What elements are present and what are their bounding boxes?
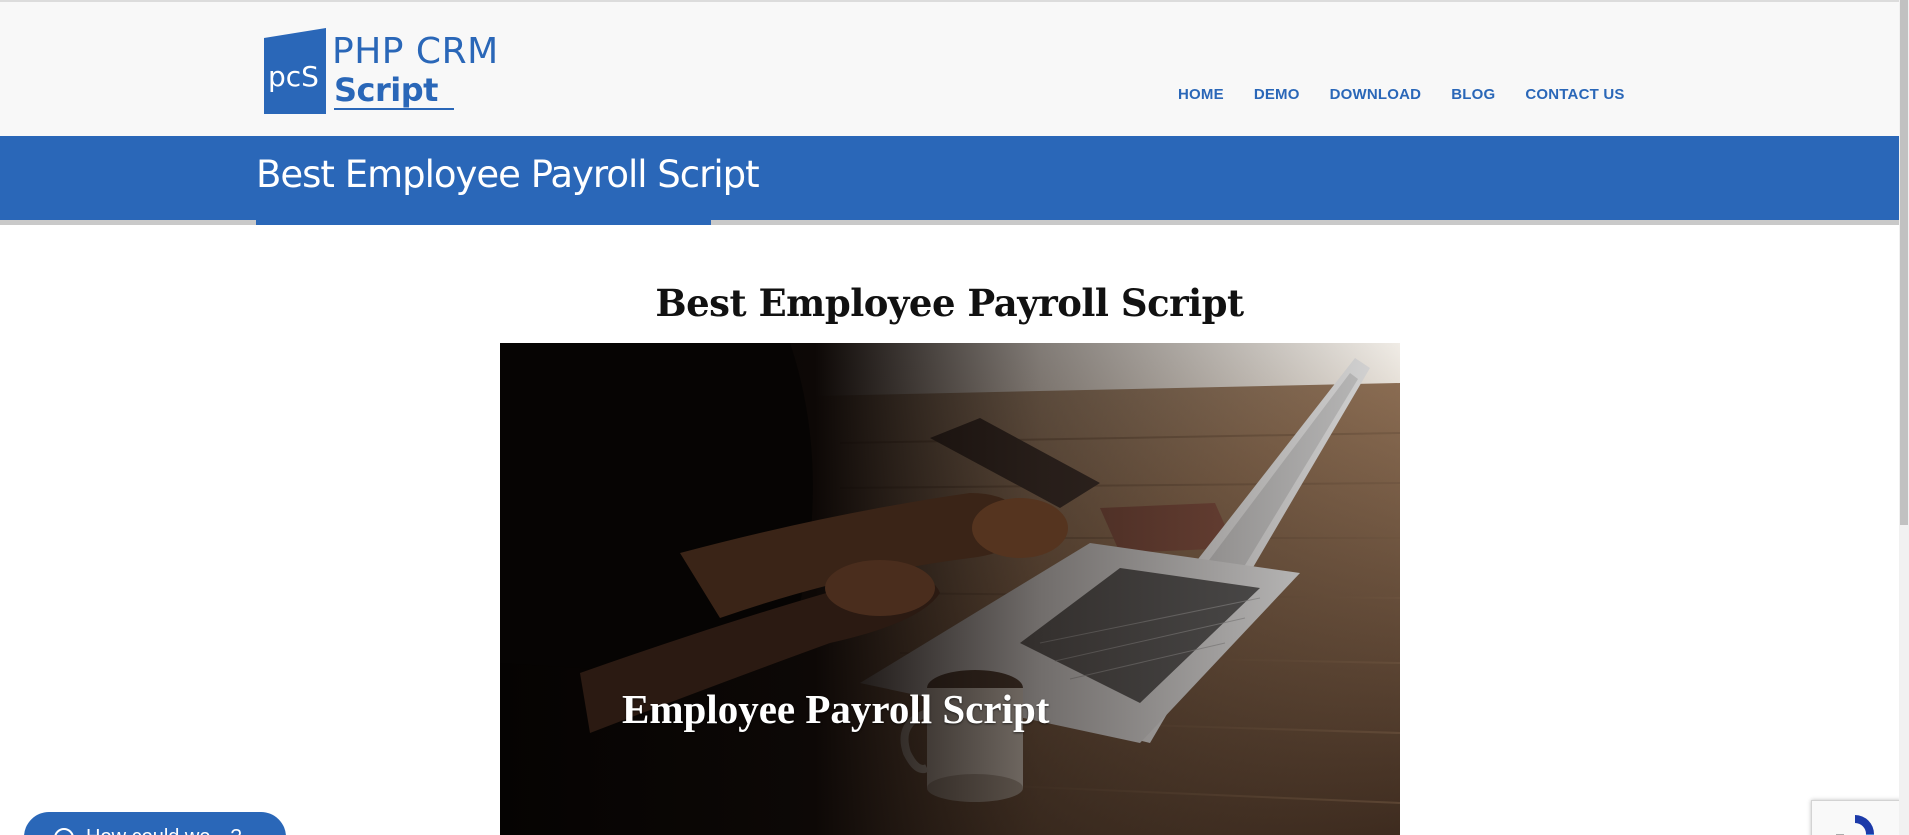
chat-widget-button[interactable]: How could we…? xyxy=(24,812,286,835)
article-heading: Best Employee Payroll Script xyxy=(655,281,1244,325)
banner-title-underline xyxy=(256,220,711,225)
logo-text-line1: PHP CRM xyxy=(332,31,499,72)
nav-demo[interactable]: DEMO xyxy=(1254,86,1300,103)
logo-mark-icon: pcS xyxy=(264,28,326,114)
nav-download[interactable]: DOWNLOAD xyxy=(1330,86,1422,103)
nav-home[interactable]: HOME xyxy=(1178,86,1224,103)
page-title: Best Employee Payroll Script xyxy=(256,153,760,196)
chat-bubble-icon xyxy=(54,828,74,835)
nav-blog[interactable]: BLOG xyxy=(1451,86,1495,103)
main-nav: HOME DEMO DOWNLOAD BLOG CONTACT US xyxy=(1178,86,1655,103)
page: pcS PHP CRM Script HOME DEMO DOWNLOAD BL… xyxy=(0,0,1909,835)
featured-image: Employee Payroll Script xyxy=(500,343,1400,835)
recaptcha-badge[interactable] xyxy=(1811,800,1901,835)
site-logo[interactable]: pcS PHP CRM Script xyxy=(264,28,504,116)
logo-mark-text: pcS xyxy=(268,60,319,93)
logo-underline xyxy=(334,108,454,110)
site-header: pcS PHP CRM Script HOME DEMO DOWNLOAD BL… xyxy=(0,0,1899,136)
nav-contact-us[interactable]: CONTACT US xyxy=(1525,86,1624,103)
logo-text-line2: Script xyxy=(334,71,438,109)
page-scrollbar-thumb[interactable] xyxy=(1900,0,1908,525)
image-caption: Employee Payroll Script xyxy=(622,686,1050,732)
chat-widget-label: How could we…? xyxy=(86,826,242,835)
recaptcha-icon xyxy=(1836,815,1874,835)
laptop-desk-photo xyxy=(500,343,1400,835)
